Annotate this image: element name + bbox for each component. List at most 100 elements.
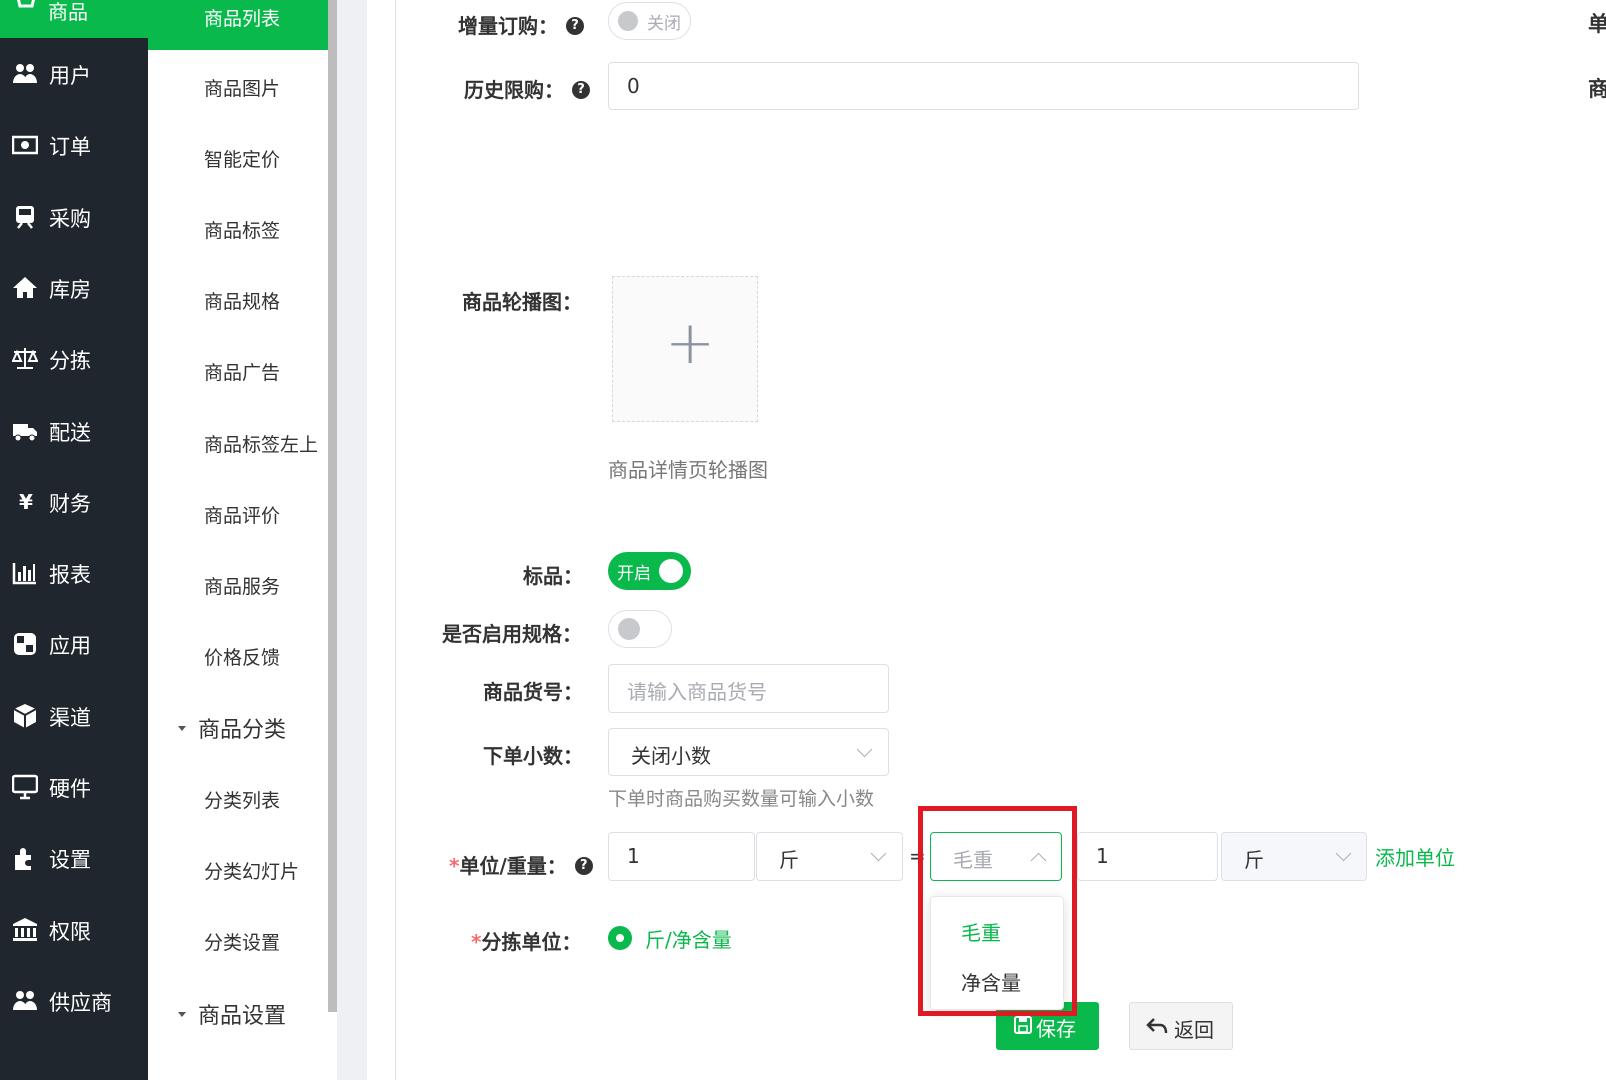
- users-icon: [13, 991, 37, 1010]
- sort-unit-option-label[interactable]: 斤/净含量: [645, 924, 732, 953]
- nav-item-5[interactable]: 配送: [0, 404, 148, 460]
- truck-icon: [13, 424, 37, 442]
- subnav-item[interactable]: 商品标签左上: [204, 430, 318, 457]
- bank-icon: [13, 918, 37, 941]
- yen-icon: ¥: [19, 490, 33, 514]
- sort-unit-radio[interactable]: [608, 926, 632, 950]
- help-icon[interactable]: ?: [566, 16, 584, 35]
- carousel-label: 商品轮播图：: [462, 290, 582, 314]
- cart-icon: [16, 0, 36, 8]
- content-gutter: [337, 0, 367, 1080]
- back-button-label: 返回: [1174, 1018, 1214, 1042]
- subnav-item[interactable]: 商品评价: [204, 501, 280, 528]
- nav-item-12[interactable]: 权限: [0, 903, 148, 959]
- desktop-icon: [12, 774, 38, 800]
- unit-qty1-value: 1: [627, 844, 640, 868]
- nav-item-label: 配送: [49, 421, 91, 445]
- subnav-item[interactable]: 商品规格: [204, 287, 280, 314]
- nav-item-9[interactable]: 渠道: [0, 689, 148, 745]
- unit-qty1-input[interactable]: 1: [608, 832, 755, 881]
- add-unit-link[interactable]: 添加单位: [1375, 842, 1455, 871]
- subnav-category-item[interactable]: 分类列表: [204, 786, 280, 813]
- carousel-upload-box[interactable]: +: [612, 276, 758, 422]
- nav-item-label: 渠道: [49, 706, 91, 730]
- nav-item-label: 报表: [49, 563, 91, 587]
- decimal-hint: 下单时商品购买数量可输入小数: [608, 788, 875, 810]
- subnav-active-label: 商品列表: [204, 8, 281, 30]
- sku-placeholder: 请输入商品货号: [627, 680, 767, 704]
- enable-spec-label: 是否启用规格：: [442, 622, 582, 646]
- subnav-item-goods-list[interactable]: 商品列表: [148, 0, 330, 50]
- reply-icon: [1146, 1018, 1168, 1034]
- nav-item-13[interactable]: 供应商: [0, 974, 148, 1030]
- sort-unit-label: *分拣单位：: [471, 926, 581, 955]
- nav-item-10[interactable]: 硬件: [0, 760, 148, 816]
- help-icon[interactable]: ?: [574, 856, 593, 875]
- nav-item-3[interactable]: 库房: [0, 261, 148, 317]
- unit-qty2-input[interactable]: 1: [1077, 832, 1218, 881]
- main-sidebar: 商品 用户订单采购库房分拣配送 ¥ 财务报表应用渠道硬件设置权限供应商: [0, 0, 148, 1080]
- subnav-item[interactable]: 商品图片: [204, 74, 280, 101]
- nav-item-label: 用户: [49, 64, 91, 88]
- right-edge-text-1: 单: [1588, 12, 1606, 36]
- subnav-item[interactable]: 商品标签: [204, 216, 280, 243]
- nav-item-4[interactable]: 分拣: [0, 332, 148, 388]
- nav-item-8[interactable]: 应用: [0, 617, 148, 673]
- subnav-category-item[interactable]: 分类幻灯片: [204, 857, 299, 884]
- standard-label: 标品：: [523, 564, 583, 588]
- sort-unit-label-text: 分拣单位：: [481, 930, 582, 954]
- subnav-group-settings-label: 商品设置: [198, 1004, 287, 1029]
- unit-weight-label: *单位/重量：?: [449, 850, 593, 879]
- history-limit-label: 历史限购：?: [464, 74, 590, 103]
- nav-item-goods-label: 商品: [48, 0, 88, 24]
- history-limit-input[interactable]: 0: [608, 62, 1359, 110]
- nav-item-0[interactable]: 用户: [0, 47, 148, 103]
- subnav-group-settings[interactable]: 商品设置: [178, 998, 286, 1030]
- decimal-select-value: 关闭小数: [631, 744, 711, 768]
- unit1-value: 斤: [779, 848, 799, 872]
- cube-icon: [13, 704, 37, 728]
- nav-item-6[interactable]: ¥ 财务: [0, 475, 148, 531]
- nav-item-label: 财务: [49, 492, 91, 516]
- subnav-item[interactable]: 智能定价: [204, 145, 280, 172]
- unit1-select[interactable]: 斤: [756, 832, 903, 881]
- nav-item-goods[interactable]: 商品: [0, 0, 148, 38]
- right-edge-text-2: 商: [1588, 77, 1606, 101]
- unit2-select[interactable]: 斤: [1221, 832, 1367, 881]
- enable-spec-switch[interactable]: [608, 610, 672, 648]
- help-icon[interactable]: ?: [572, 80, 590, 99]
- bar-chart-icon: [12, 563, 36, 585]
- svg-text:¥: ¥: [19, 490, 33, 514]
- back-button[interactable]: 返回: [1129, 1002, 1233, 1050]
- incremental-order-switch[interactable]: 关闭: [608, 2, 691, 40]
- caret-down-icon: [178, 1011, 186, 1017]
- history-limit-value: 0: [627, 74, 640, 98]
- plus-icon: +: [665, 308, 716, 378]
- decimal-select[interactable]: 关闭小数: [608, 728, 889, 776]
- subnav-group-category[interactable]: 商品分类: [178, 712, 286, 744]
- nav-item-label: 应用: [49, 634, 91, 658]
- nav-item-11[interactable]: 设置: [0, 831, 148, 887]
- nav-item-label: 硬件: [49, 777, 91, 801]
- train-icon: [16, 206, 34, 229]
- highlight-box: [918, 806, 1077, 1016]
- nav-item-label: 分拣: [49, 349, 91, 373]
- nav-item-label: 订单: [49, 135, 91, 159]
- subnav-item[interactable]: 商品服务: [204, 572, 280, 599]
- sidebar-scrollbar[interactable]: [328, 0, 337, 1012]
- standard-switch[interactable]: 开启: [608, 552, 691, 590]
- save-icon: [1014, 1016, 1032, 1034]
- nav-item-2[interactable]: 采购: [0, 190, 148, 246]
- required-mark: *: [471, 930, 482, 954]
- subnav-category-item[interactable]: 分类设置: [204, 928, 280, 955]
- radio-dot: [616, 934, 624, 942]
- sku-input[interactable]: 请输入商品货号: [608, 664, 889, 713]
- switch-knob: [618, 11, 638, 31]
- unit2-value: 斤: [1244, 848, 1264, 872]
- subnav-item[interactable]: 价格反馈: [204, 643, 280, 670]
- subnav-item[interactable]: 商品广告: [204, 358, 280, 385]
- sub-sidebar: 商品列表 商品图片智能定价商品标签商品规格商品广告商品标签左上 商品评价商品服务价…: [148, 0, 330, 1080]
- nav-item-7[interactable]: 报表: [0, 546, 148, 602]
- nav-item-1[interactable]: 订单: [0, 118, 148, 174]
- switch-knob: [659, 559, 683, 583]
